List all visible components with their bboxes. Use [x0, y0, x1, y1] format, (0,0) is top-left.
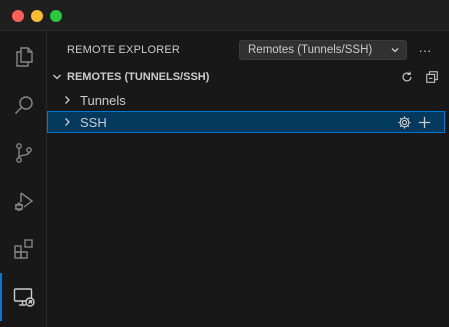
title-bar	[0, 0, 449, 31]
chevron-down-icon	[391, 48, 399, 53]
maximize-window-button[interactable]	[50, 10, 62, 22]
extensions-icon	[13, 239, 33, 259]
remotes-section-header[interactable]: REMOTES (TUNNELS/SSH)	[47, 66, 449, 88]
close-window-button[interactable]	[12, 10, 24, 22]
run-debug-icon	[14, 192, 33, 211]
activity-bar	[0, 31, 47, 327]
minimize-window-button[interactable]	[31, 10, 43, 22]
tree-item-ssh[interactable]: SSH	[47, 111, 445, 133]
search-icon	[14, 96, 33, 115]
collapse-all-icon	[426, 71, 438, 83]
search-activity-button[interactable]	[0, 81, 47, 129]
add-ssh-host-button[interactable]	[416, 114, 432, 130]
chevron-right-icon	[65, 96, 70, 104]
source-control-activity-button[interactable]	[0, 129, 47, 177]
remote-explorer-activity-button[interactable]	[0, 273, 47, 321]
source-control-icon	[15, 143, 32, 163]
tree-item-label: Tunnels	[80, 93, 126, 108]
tree-item-label: SSH	[80, 115, 107, 130]
files-icon	[15, 47, 33, 67]
chevron-down-icon	[53, 74, 61, 80]
more-actions-button[interactable]: ···	[415, 40, 435, 60]
remote-type-dropdown[interactable]: Remotes (Tunnels/SSH)	[239, 40, 407, 60]
remote-explorer-icon	[13, 288, 35, 307]
dropdown-value: Remotes (Tunnels/SSH)	[248, 44, 373, 56]
refresh-button[interactable]	[399, 69, 415, 85]
sidebar-header: REMOTE EXPLORER Remotes (Tunnels/SSH) ··…	[47, 31, 449, 66]
tree-item-tunnels[interactable]: Tunnels	[47, 89, 445, 111]
remote-explorer-sidebar: REMOTE EXPLORER Remotes (Tunnels/SSH) ··…	[47, 31, 449, 327]
plus-icon	[418, 116, 430, 128]
gear-icon	[397, 115, 411, 129]
ssh-settings-button[interactable]	[396, 114, 412, 130]
refresh-icon	[402, 71, 412, 82]
explorer-activity-button[interactable]	[0, 33, 47, 81]
sidebar-title: REMOTE EXPLORER	[67, 44, 181, 56]
section-title: REMOTES (TUNNELS/SSH)	[67, 71, 210, 83]
collapse-all-button[interactable]	[424, 69, 440, 85]
extensions-activity-button[interactable]	[0, 225, 47, 273]
more-icon: ···	[418, 42, 432, 58]
chevron-right-icon	[65, 118, 70, 126]
run-debug-activity-button[interactable]	[0, 177, 47, 225]
